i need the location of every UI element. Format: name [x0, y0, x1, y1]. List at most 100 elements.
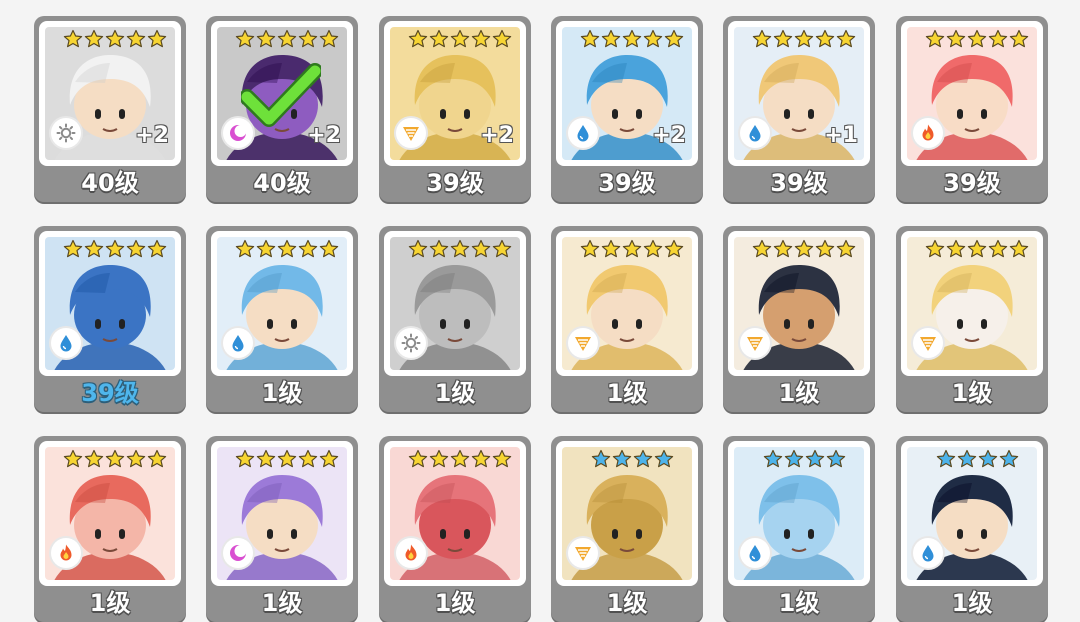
hero-level-label: 1级: [434, 379, 476, 407]
star-icon: [256, 29, 276, 48]
star-icon: [126, 449, 146, 468]
star-icon: [408, 449, 428, 468]
hero-card[interactable]: 1级: [723, 436, 875, 622]
star-rating: [750, 449, 858, 471]
hero-card-frame: +2: [556, 21, 698, 166]
star-icon: [235, 449, 255, 468]
hero-level-label: 1级: [951, 379, 993, 407]
fire-icon: [913, 118, 943, 148]
hero-card[interactable]: +1 39级: [723, 16, 875, 202]
star-icon: [836, 239, 856, 258]
star-icon: [429, 449, 449, 468]
hero-level-label: 1级: [606, 379, 648, 407]
hero-card[interactable]: 1级: [206, 436, 358, 622]
hero-card-frame: [384, 441, 526, 586]
hero-roster-grid: +2 40级 +2 40级 +2 39级 +2 39级 +1 39级 39级 39级 1级 1级 1级 1级 1…: [0, 0, 1080, 622]
star-rating: [233, 29, 341, 51]
hero-card-frame: +1: [728, 21, 870, 166]
star-icon: [925, 239, 945, 258]
star-icon: [298, 239, 318, 258]
hero-card[interactable]: 1级: [723, 226, 875, 412]
hero-card[interactable]: 1级: [34, 436, 186, 622]
star-icon: [319, 29, 339, 48]
sun-icon: [51, 118, 81, 148]
star-icon: [815, 239, 835, 258]
star-icon: [794, 29, 814, 48]
water-icon: [740, 538, 770, 568]
wind-icon: [913, 328, 943, 358]
star-icon: [277, 239, 297, 258]
hero-card[interactable]: 39级: [34, 226, 186, 412]
star-icon: [826, 449, 845, 468]
star-icon: [84, 239, 104, 258]
star-icon: [957, 449, 976, 468]
star-icon: [235, 239, 255, 258]
star-icon: [580, 239, 600, 258]
star-icon: [471, 449, 491, 468]
hero-card[interactable]: +2 39级: [551, 16, 703, 202]
hero-card[interactable]: 1级: [896, 436, 1048, 622]
star-icon: [492, 239, 512, 258]
hero-level-label: 1级: [951, 589, 993, 617]
hero-level-label: 1级: [606, 589, 648, 617]
hero-card[interactable]: 1级: [551, 226, 703, 412]
sun-icon: [396, 328, 426, 358]
star-icon: [978, 449, 997, 468]
hero-card[interactable]: +2 39级: [379, 16, 531, 202]
fire-icon: [396, 538, 426, 568]
star-icon: [664, 239, 684, 258]
star-rating: [578, 239, 686, 261]
star-icon: [601, 29, 621, 48]
star-icon: [105, 29, 125, 48]
star-icon: [773, 29, 793, 48]
star-icon: [126, 29, 146, 48]
star-rating: [578, 449, 686, 471]
star-icon: [277, 29, 297, 48]
hero-card[interactable]: +2 40级: [34, 16, 186, 202]
hero-card[interactable]: 1级: [379, 226, 531, 412]
star-icon: [580, 29, 600, 48]
hero-card-frame: [556, 231, 698, 376]
enhance-level: +1: [824, 123, 858, 148]
hero-level-label: 39级: [426, 169, 484, 197]
star-icon: [450, 29, 470, 48]
hero-card-frame: [384, 231, 526, 376]
hero-card-frame: [556, 441, 698, 586]
star-rating: [61, 449, 169, 471]
hero-card-frame: +2: [211, 21, 353, 166]
hero-card-frame: [728, 231, 870, 376]
enhance-level: +2: [652, 123, 686, 148]
star-icon: [612, 449, 631, 468]
star-icon: [492, 449, 512, 468]
hero-level-label: 40级: [81, 169, 139, 197]
star-icon: [763, 449, 782, 468]
hero-card[interactable]: 1级: [896, 226, 1048, 412]
star-icon: [988, 239, 1008, 258]
enhance-level: +2: [135, 123, 169, 148]
hero-card[interactable]: 39级: [896, 16, 1048, 202]
star-icon: [147, 239, 167, 258]
star-icon: [925, 29, 945, 48]
hero-level-label: 39级: [770, 169, 828, 197]
hero-level-label: 1级: [434, 589, 476, 617]
star-rating: [578, 29, 686, 51]
star-icon: [773, 239, 793, 258]
star-rating: [61, 29, 169, 51]
star-icon: [471, 239, 491, 258]
hero-card[interactable]: +2 40级: [206, 16, 358, 202]
star-icon: [967, 239, 987, 258]
hero-level-label: 39级: [943, 169, 1001, 197]
star-icon: [471, 29, 491, 48]
star-rating: [233, 449, 341, 471]
star-icon: [277, 449, 297, 468]
hero-card[interactable]: 1级: [379, 436, 531, 622]
hero-card[interactable]: 1级: [206, 226, 358, 412]
star-icon: [1009, 29, 1029, 48]
star-icon: [105, 449, 125, 468]
star-icon: [936, 449, 955, 468]
star-rating: [233, 239, 341, 261]
hero-card[interactable]: 1级: [551, 436, 703, 622]
star-icon: [126, 239, 146, 258]
water-icon: [913, 538, 943, 568]
hero-level-label: 39级: [81, 379, 139, 407]
